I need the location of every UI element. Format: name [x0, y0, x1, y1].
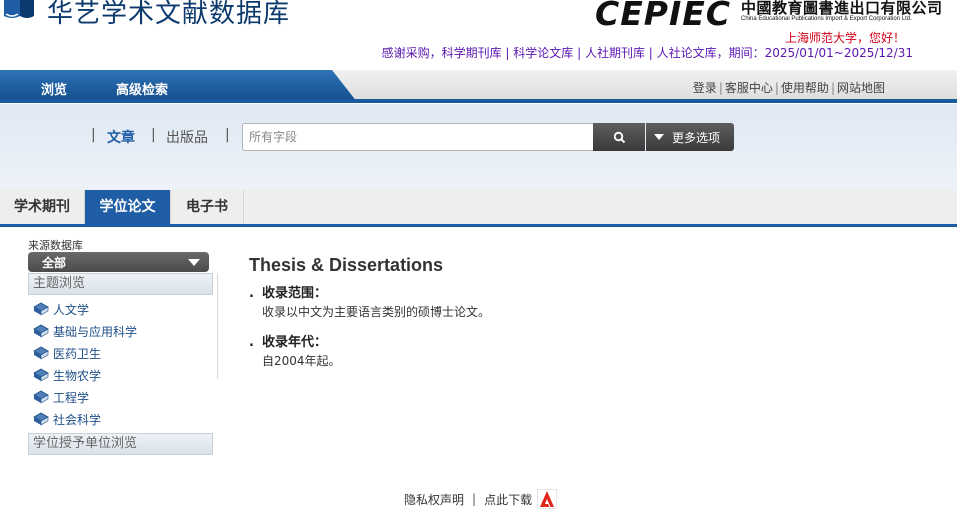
section-heading-years: . 收录年代：	[249, 335, 327, 350]
customer-service-link[interactable]: 客服中心	[725, 81, 773, 95]
logo-icon	[2, 0, 36, 22]
institution-browse-heading[interactable]: 学位授予单位浏览	[28, 433, 213, 455]
subject-label: 医药卫生	[53, 346, 102, 361]
subscription-info: 感谢采购，科学期刊库 | 科学论文库 | 人社期刊库 | 人社论文库，期间：20…	[381, 46, 913, 60]
nav-advanced-search[interactable]: 高级检索	[116, 79, 168, 98]
help-link[interactable]: 使用帮助	[781, 81, 829, 95]
scope-articles[interactable]: 文章	[107, 127, 135, 147]
footer-separator: |	[472, 492, 477, 506]
main-navbar: 浏览 高级检索 登录 | 客服中心 | 使用帮助 | 网站地图	[0, 70, 957, 104]
scope-separator: |	[151, 127, 156, 143]
more-options-label: 更多选项	[672, 130, 721, 145]
collection-tabs: 学术期刊 学位论文 电子书	[0, 190, 957, 227]
tabs-underline	[0, 224, 957, 227]
privacy-link[interactable]: 隐私权声明	[404, 491, 464, 508]
partner-logo-text: CEPIEC	[595, 0, 731, 33]
nav-browse[interactable]: 浏览	[41, 79, 67, 98]
login-link[interactable]: 登录	[693, 81, 717, 95]
caret-down-icon	[654, 134, 664, 140]
more-options-button[interactable]: 更多选项	[646, 123, 734, 151]
book-icon	[33, 390, 49, 404]
book-icon	[33, 324, 49, 338]
subject-browse-heading[interactable]: 主题浏览	[28, 273, 213, 295]
tab-journals[interactable]: 学术期刊	[0, 190, 85, 224]
page-title: Thesis & Dissertations	[249, 255, 444, 275]
partner-name-en: China Educational Publications Import & …	[741, 16, 912, 22]
chevron-down-icon	[188, 259, 200, 266]
tab-dissertations[interactable]: 学位论文	[85, 190, 171, 224]
sidebar-divider	[217, 273, 218, 379]
subject-item-basic-applied-science[interactable]: 基础与应用科学	[33, 321, 137, 341]
book-icon	[33, 368, 49, 382]
section-text-years: 自2004年起。	[262, 354, 341, 368]
site-title: 华艺学术文献数据库	[47, 0, 291, 29]
subject-item-social-science[interactable]: 社会科学	[33, 409, 101, 429]
sitemap-link[interactable]: 网站地图	[837, 81, 885, 95]
footer: 隐私权声明 | 点此下载	[404, 489, 558, 509]
download-link[interactable]: 点此下载	[484, 491, 532, 508]
search-panel: | 文章 | 出版品 | 更多选项	[0, 104, 957, 190]
subject-label: 人文学	[53, 302, 90, 317]
book-icon	[33, 412, 49, 426]
tab-ebooks[interactable]: 电子书	[171, 190, 244, 224]
subject-label: 生物农学	[53, 368, 102, 383]
subject-item-medicine-health[interactable]: 医药卫生	[33, 343, 101, 363]
subject-item-engineering[interactable]: 工程学	[33, 387, 89, 407]
scope-publications[interactable]: 出版品	[166, 127, 208, 147]
subject-label: 社会科学	[53, 412, 102, 427]
source-db-label: 来源数据库	[28, 239, 83, 252]
subject-item-bio-agriculture[interactable]: 生物农学	[33, 365, 101, 385]
section-heading-scope: . 收录范围：	[249, 286, 327, 301]
book-icon	[33, 302, 49, 316]
subject-label: 基础与应用科学	[53, 324, 138, 339]
book-icon	[33, 346, 49, 360]
search-button[interactable]	[593, 123, 645, 151]
source-db-select[interactable]: 全部	[28, 252, 209, 272]
utility-links: 登录 | 客服中心 | 使用帮助 | 网站地图	[692, 81, 885, 95]
subject-item-humanities[interactable]: 人文学	[33, 299, 89, 319]
search-icon	[613, 131, 625, 143]
adobe-icon[interactable]	[537, 489, 558, 509]
subject-label: 工程学	[53, 390, 90, 405]
search-input[interactable]	[242, 123, 595, 151]
section-text-scope: 收录以中文为主要语言类别的硕博士论文。	[262, 305, 491, 319]
source-db-value: 全部	[42, 256, 67, 270]
scope-separator: |	[225, 127, 230, 143]
navbar-underline	[0, 99, 957, 103]
scope-separator: |	[91, 127, 96, 143]
